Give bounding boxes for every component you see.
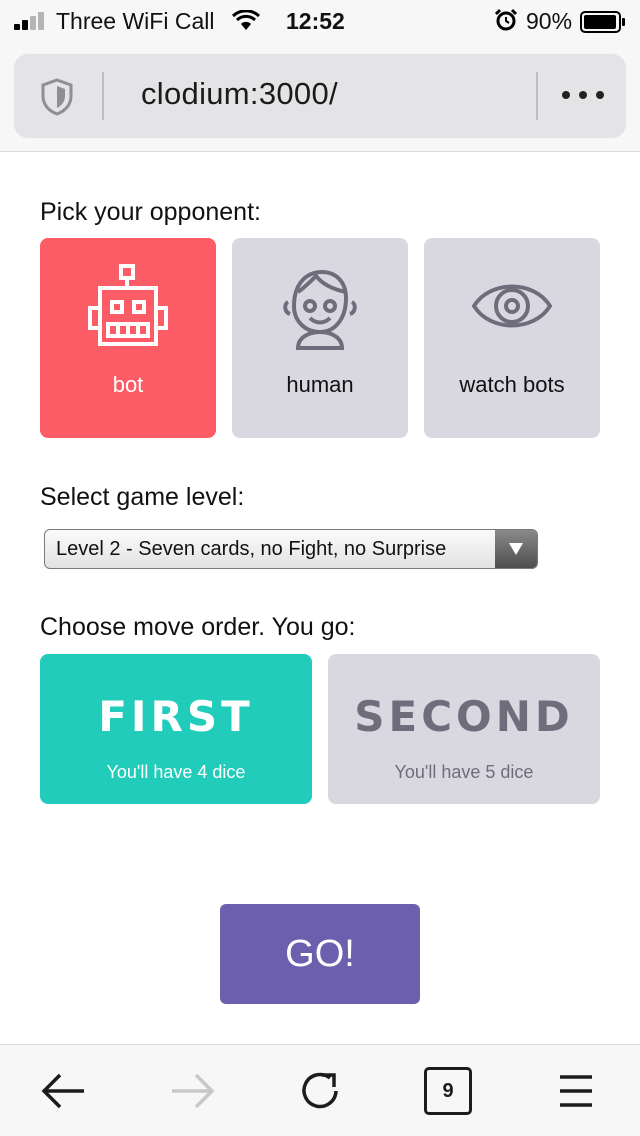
move-second-option[interactable]: SECOND You'll have 5 dice [328,654,600,804]
tabs-button[interactable]: 9 [424,1067,472,1115]
forward-arrow-icon[interactable] [166,1065,218,1117]
opponent-bot-option[interactable]: bot [40,238,216,438]
battery-percentage: 90% [526,8,573,34]
url-text[interactable]: clodium:3000/ [141,76,338,112]
carrier-name: Three WiFi Call [56,8,215,34]
status-time: 12:52 [286,8,345,34]
order-subtitle: You'll have 4 dice [106,762,246,782]
robot-icon [88,264,168,346]
chevron-down-icon[interactable] [495,530,537,568]
move-first-option[interactable]: FIRST You'll have 4 dice [40,654,312,804]
level-prompt: Select game level: [40,483,245,511]
opponent-label: bot [112,372,144,397]
game-level-value: Level 2 - Seven cards, no Fight, no Surp… [56,538,447,560]
eye-icon [471,284,553,328]
opponent-label: human [286,372,354,397]
browser-top-bar: clodium:3000/ [0,42,640,152]
alarm-clock-icon [494,8,518,31]
address-divider [536,72,538,120]
order-subtitle: You'll have 5 dice [394,762,534,782]
order-prompt: Choose move order. You go: [40,613,356,641]
shield-icon[interactable] [40,78,74,116]
opponent-watch-bots-option[interactable]: watch bots [424,238,600,438]
reload-icon[interactable] [294,1065,346,1117]
opponent-human-option[interactable]: human [232,238,408,438]
opponent-label: watch bots [459,372,565,397]
human-face-icon [283,269,357,350]
signal-strength-icon [14,12,48,30]
opponent-prompt: Pick your opponent: [40,198,261,226]
address-bar[interactable]: clodium:3000/ [14,54,626,138]
go-button[interactable]: GO! [220,904,420,1004]
more-options-icon[interactable] [558,84,608,106]
battery-icon [580,11,625,33]
back-arrow-icon[interactable] [38,1065,90,1117]
browser-toolbar: 9 [0,1044,640,1136]
address-divider [102,72,104,120]
menu-icon[interactable] [550,1065,602,1117]
status-bar: Three WiFi Call 12:52 90% [0,0,640,42]
wifi-icon [232,10,260,30]
order-title: SECOND [354,692,574,741]
order-title: FIRST [98,692,254,741]
game-level-select[interactable]: Level 2 - Seven cards, no Fight, no Surp… [44,529,538,569]
